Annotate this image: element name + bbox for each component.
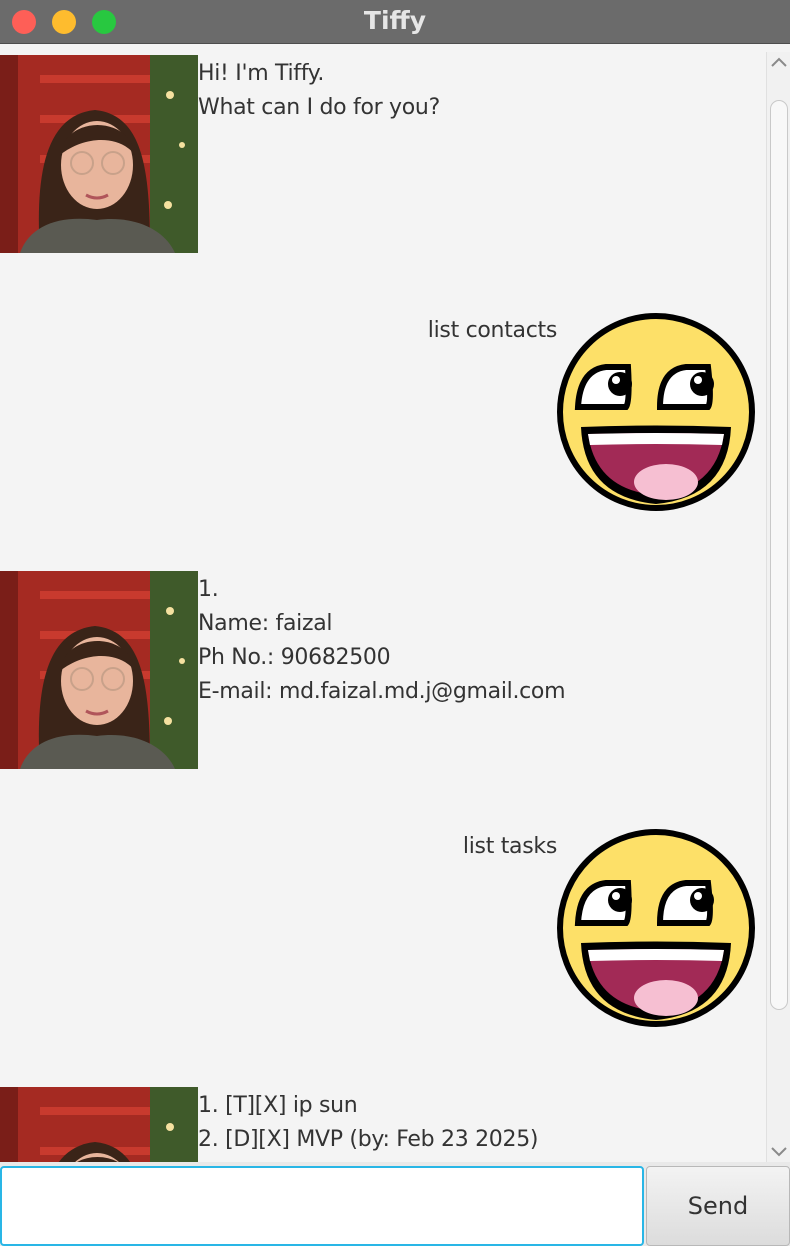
message-text: Hi! I'm Tiffy. What can I do for you? (198, 61, 440, 120)
message-text: 1. Name: faizal Ph No.: 90682500 E-mail:… (198, 577, 566, 704)
message-input[interactable] (0, 1166, 644, 1246)
scrollbar-thumb[interactable] (770, 100, 788, 1010)
bot-message: 1. Name: faizal Ph No.: 90682500 E-mail:… (0, 571, 766, 771)
message-text: list contacts (427, 318, 558, 343)
message-text: 1. [T][X] ip sun 2. [D][X] MVP (by: Feb … (198, 1093, 539, 1152)
input-bar: Send (0, 1162, 790, 1246)
window-title: Tiffy (363, 6, 427, 35)
chat-scroll-area[interactable]: Hi! I'm Tiffy. What can I do for you? li… (0, 52, 766, 1162)
bot-message: Hi! I'm Tiffy. What can I do for you? (0, 55, 766, 255)
smiley-face-icon (556, 828, 756, 1028)
title-bar: Tiffy (0, 0, 790, 44)
message-text: list tasks (462, 834, 557, 859)
bot-avatar (0, 55, 198, 253)
smiley-face-icon (556, 312, 756, 512)
chevron-up-icon[interactable] (767, 52, 790, 74)
bot-message: 1. [T][X] ip sun 2. [D][X] MVP (by: Feb … (0, 1087, 766, 1162)
bot-avatar (0, 1087, 198, 1162)
user-message: list tasks (0, 828, 766, 1030)
vertical-scrollbar[interactable] (766, 52, 790, 1162)
send-button[interactable]: Send (646, 1166, 790, 1246)
bot-avatar (0, 571, 198, 769)
chevron-down-icon[interactable] (767, 1140, 790, 1162)
user-message: list contacts (0, 312, 766, 514)
